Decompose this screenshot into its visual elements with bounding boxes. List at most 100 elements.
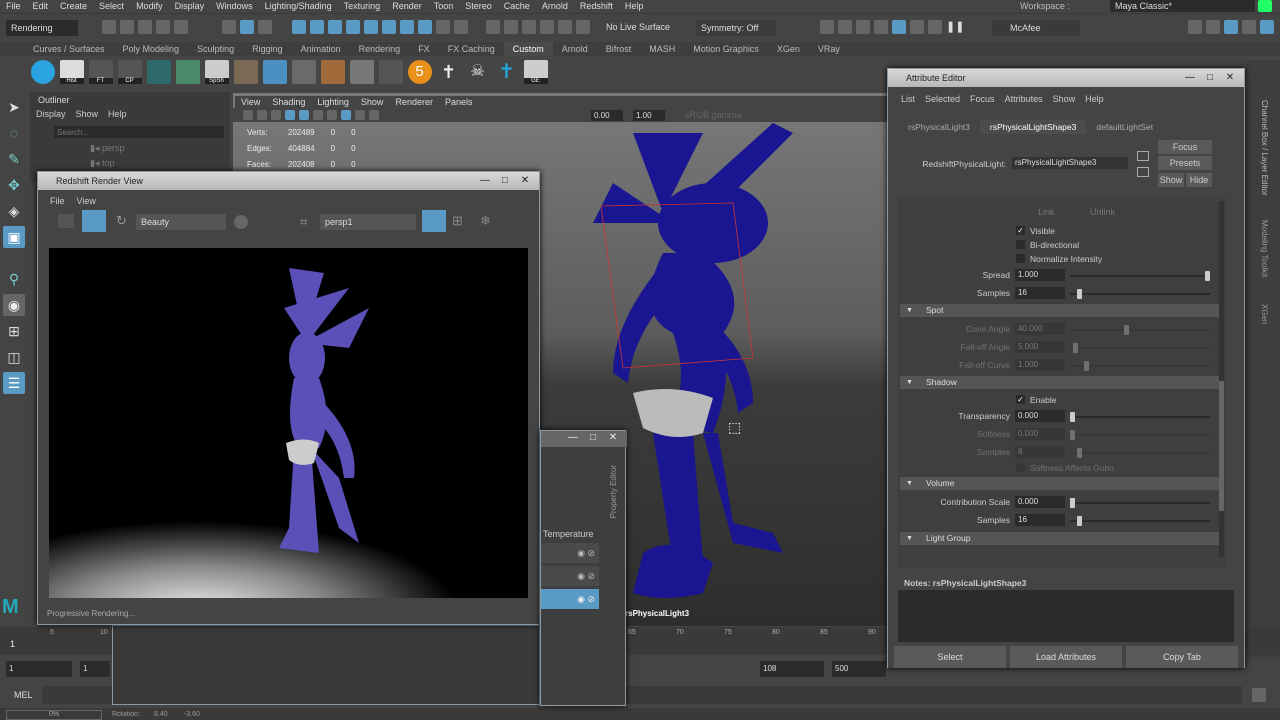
- end-frame-field[interactable]: 500: [832, 661, 886, 677]
- freeze-transform-icon[interactable]: FT: [88, 60, 113, 84]
- close-button[interactable]: ✕: [603, 432, 623, 443]
- snap-live-icon[interactable]: [400, 20, 414, 34]
- rv-menu-file[interactable]: File: [50, 196, 65, 206]
- go-input-icon[interactable]: [1137, 151, 1149, 161]
- select-component-icon[interactable]: [258, 20, 272, 34]
- close-button[interactable]: ✕: [1220, 69, 1240, 87]
- outliner-menu-show[interactable]: Show: [76, 109, 99, 119]
- menu-render[interactable]: Render: [386, 0, 428, 12]
- snap-vertex-icon[interactable]: [382, 20, 396, 34]
- menu-edit[interactable]: Edit: [27, 0, 55, 12]
- menu-create[interactable]: Create: [54, 0, 93, 12]
- scale-tool-icon[interactable]: ▣: [3, 226, 25, 248]
- magnet-view-icon[interactable]: [540, 20, 554, 34]
- ae-menu-attributes[interactable]: Attributes: [1005, 94, 1043, 104]
- shelf-tab-mash[interactable]: MASH: [640, 42, 684, 56]
- paint-icon[interactable]: [320, 60, 345, 84]
- notes-textarea[interactable]: [898, 590, 1234, 642]
- lock-icon[interactable]: [1258, 0, 1272, 12]
- shelf-tab-poly[interactable]: Poly Modeling: [114, 42, 189, 56]
- move-tool-icon[interactable]: ✥: [3, 174, 25, 196]
- single-perspective-icon[interactable]: ◉: [3, 294, 25, 316]
- close-button[interactable]: ✕: [515, 172, 535, 190]
- spreadsheet-icon[interactable]: SpSh: [204, 60, 229, 84]
- menu-windows[interactable]: Windows: [210, 0, 259, 12]
- rv-menu-view[interactable]: View: [77, 196, 96, 206]
- open-icon[interactable]: [120, 20, 134, 34]
- uv-editor-icon[interactable]: [175, 60, 200, 84]
- ae-menu-focus[interactable]: Focus: [970, 94, 995, 104]
- maximize-button[interactable]: □: [583, 432, 603, 443]
- script-editor-icon[interactable]: [1252, 688, 1266, 702]
- brush-icon[interactable]: [233, 60, 258, 84]
- grid-icon[interactable]: [291, 60, 316, 84]
- shelf-tab-bifrost[interactable]: Bifrost: [597, 42, 641, 56]
- undo-icon[interactable]: [156, 20, 170, 34]
- menu-select[interactable]: Select: [93, 0, 130, 12]
- unlink-button[interactable]: Unlink: [1090, 207, 1115, 217]
- softness-gobo-checkbox[interactable]: [1016, 463, 1025, 472]
- menu-redshift[interactable]: Redshift: [574, 0, 619, 12]
- snap-grid-icon[interactable]: [292, 20, 306, 34]
- light-row[interactable]: ◉ ⊘: [541, 566, 599, 586]
- shelf-tab-xgen[interactable]: XGen: [768, 42, 809, 56]
- go-output-icon[interactable]: [1137, 167, 1149, 177]
- shelf-tab-fx[interactable]: FX: [409, 42, 439, 56]
- minimize-button[interactable]: —: [475, 172, 495, 190]
- ae-menu-help[interactable]: Help: [1085, 94, 1104, 104]
- shelf-tab-animation[interactable]: Animation: [292, 42, 350, 56]
- falloff-curve-field[interactable]: 1.000: [1015, 359, 1065, 371]
- menu-lighting-shading[interactable]: Lighting/Shading: [259, 0, 338, 12]
- camera-select[interactable]: persp1: [320, 214, 416, 230]
- modeling-toolkit-icon[interactable]: [1188, 20, 1202, 34]
- outliner-layout-icon[interactable]: ☰: [3, 372, 25, 394]
- workspace-select[interactable]: Maya Classic*: [1110, 0, 1255, 12]
- volume-section-header[interactable]: Volume: [900, 477, 1220, 490]
- samples-slider[interactable]: [1070, 289, 1210, 299]
- attribute-editor-toggle-icon[interactable]: [1224, 20, 1238, 34]
- render-start-button[interactable]: [82, 210, 106, 232]
- contribution-scale-field[interactable]: 0.000: [1015, 496, 1065, 508]
- clapper-icon[interactable]: [58, 214, 74, 228]
- hide-button[interactable]: Hide: [1186, 173, 1212, 187]
- transparency-field[interactable]: 0.000: [1015, 410, 1065, 422]
- shadow-section-header[interactable]: Shadow: [900, 376, 1220, 389]
- highlight-icon[interactable]: [454, 20, 468, 34]
- cone-angle-slider[interactable]: [1070, 325, 1210, 335]
- help-icon[interactable]: [418, 20, 432, 34]
- volume-samples-field[interactable]: 16: [1015, 514, 1065, 526]
- shelf-tab-fx-caching[interactable]: FX Caching: [439, 42, 504, 56]
- ae-menu-selected[interactable]: Selected: [925, 94, 960, 104]
- paint-select-icon[interactable]: ✎: [3, 148, 25, 170]
- aov-select[interactable]: Beauty: [136, 214, 226, 230]
- copy-tab-button[interactable]: Copy Tab: [1126, 646, 1238, 668]
- menu-help[interactable]: Help: [619, 0, 650, 12]
- five-icon[interactable]: 5: [407, 60, 432, 84]
- range-start-field[interactable]: 1: [80, 661, 110, 677]
- sculpt-icon[interactable]: [262, 60, 287, 84]
- menu-arnold[interactable]: Arnold: [536, 0, 574, 12]
- bidirectional-checkbox[interactable]: [1016, 240, 1025, 249]
- minimize-button[interactable]: —: [1180, 69, 1200, 87]
- falloff-angle-slider[interactable]: [1070, 343, 1210, 353]
- spot-section-header[interactable]: Spot: [900, 304, 1220, 317]
- menu-texturing[interactable]: Texturing: [338, 0, 387, 12]
- range-end-field[interactable]: 108: [760, 661, 824, 677]
- attribute-scrollbar[interactable]: [1219, 201, 1224, 557]
- softness-field[interactable]: 0.000: [1015, 428, 1065, 440]
- four-view-icon[interactable]: ⊞: [3, 320, 25, 342]
- render-frame-icon[interactable]: [820, 20, 834, 34]
- outliner-menu-display[interactable]: Display: [36, 109, 66, 119]
- tab-defaultlightset[interactable]: defaultLightSet: [1086, 120, 1163, 134]
- shadow-samples-field[interactable]: 8: [1015, 446, 1065, 458]
- biped-icon[interactable]: ✝: [437, 60, 461, 84]
- select-object-icon[interactable]: [240, 20, 254, 34]
- light-row-selected[interactable]: ◉ ⊘: [541, 589, 599, 609]
- ae-menu-list[interactable]: List: [901, 94, 915, 104]
- snap-curve-icon[interactable]: [310, 20, 324, 34]
- volume-samples-slider[interactable]: [1070, 516, 1210, 526]
- channel-box-toggle-icon[interactable]: [1260, 20, 1274, 34]
- menu-file[interactable]: File: [0, 0, 27, 12]
- render-sequence-icon[interactable]: [838, 20, 852, 34]
- pause-icon[interactable]: ❚❚: [946, 20, 964, 34]
